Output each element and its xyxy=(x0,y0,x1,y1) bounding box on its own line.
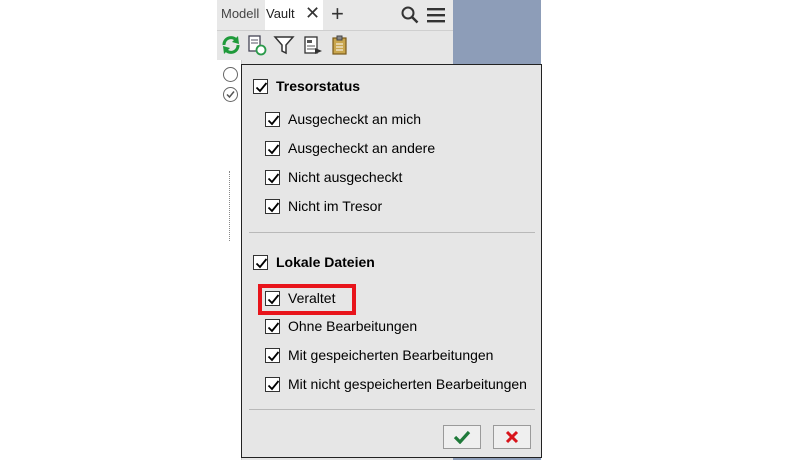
search-icon[interactable] xyxy=(401,6,419,27)
filter-option[interactable]: Ohne Bearbeitungen xyxy=(265,314,417,338)
section-header-lokale-dateien: Lokale Dateien xyxy=(276,254,375,270)
refresh-icon[interactable] xyxy=(220,34,242,56)
toolbar xyxy=(217,31,453,59)
menu-icon[interactable] xyxy=(427,7,445,26)
close-icon[interactable]: ✕ xyxy=(305,3,320,24)
status-checked-circle-icon xyxy=(223,87,238,102)
checkbox-tresorstatus[interactable] xyxy=(253,78,268,94)
tab-vault[interactable]: Vault ✕ xyxy=(265,0,323,30)
checkbox[interactable] xyxy=(265,347,280,363)
filter-popup: Tresorstatus Ausgecheckt an mich Ausgech… xyxy=(241,64,542,458)
filter-lokale-dateien[interactable]: Lokale Dateien xyxy=(253,250,375,274)
checkbox[interactable] xyxy=(265,111,280,127)
status-circle-icon xyxy=(223,67,238,82)
filter-option-label: Mit gespeicherten Bearbeitungen xyxy=(288,347,494,363)
section-header-tresorstatus: Tresorstatus xyxy=(276,78,361,94)
filter-option-label: Mit nicht gespeicherten Bearbeitungen xyxy=(288,376,527,392)
tab-vault-label: Vault xyxy=(266,6,295,21)
tab-bar: Modell Vault ✕ + xyxy=(217,0,453,31)
checkbox[interactable] xyxy=(265,318,280,334)
filter-option[interactable]: Mit gespeicherten Bearbeitungen xyxy=(265,343,493,367)
filter-option-label: Nicht im Tresor xyxy=(288,198,383,214)
document-refresh-icon[interactable] xyxy=(246,34,268,56)
divider xyxy=(249,409,535,410)
filter-option-label: Ohne Bearbeitungen xyxy=(288,318,418,334)
tab-modell[interactable]: Modell xyxy=(221,6,259,21)
tree-gutter xyxy=(217,60,242,460)
x-icon xyxy=(505,430,519,444)
cancel-button[interactable] xyxy=(493,425,531,449)
checkbox-lokale-dateien[interactable] xyxy=(253,254,268,270)
filter-icon[interactable] xyxy=(273,34,295,56)
divider xyxy=(249,232,535,233)
filter-option[interactable]: Nicht ausgecheckt xyxy=(265,165,402,189)
checkbox[interactable] xyxy=(265,376,280,392)
report-icon[interactable] xyxy=(301,34,323,56)
checkbox[interactable] xyxy=(265,198,280,214)
filter-option-label: Nicht ausgecheckt xyxy=(288,169,403,185)
filter-option-label: Ausgecheckt an andere xyxy=(288,140,436,156)
check-icon xyxy=(453,430,471,444)
tree-connector xyxy=(229,171,231,241)
filter-option[interactable]: Ausgecheckt an andere xyxy=(265,136,435,160)
clipboard-icon[interactable] xyxy=(329,34,351,56)
checkbox[interactable] xyxy=(265,140,280,156)
filter-option[interactable]: Mit nicht gespeicherten Bearbeitungen xyxy=(265,372,527,396)
ok-button[interactable] xyxy=(443,425,481,449)
filter-option-label: Ausgecheckt an mich xyxy=(288,111,422,127)
add-tab-icon[interactable]: + xyxy=(331,1,344,27)
highlight-box xyxy=(258,284,356,315)
filter-tresorstatus[interactable]: Tresorstatus xyxy=(253,74,360,98)
filter-option[interactable]: Ausgecheckt an mich xyxy=(265,107,421,131)
filter-option[interactable]: Nicht im Tresor xyxy=(265,194,382,218)
checkbox[interactable] xyxy=(265,169,280,185)
